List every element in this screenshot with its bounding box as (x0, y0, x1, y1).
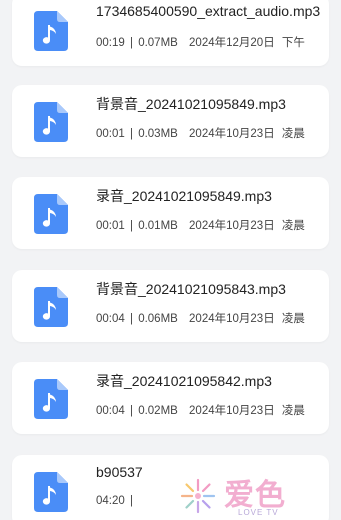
file-name: 背景音_20241021095849.mp3 (96, 96, 286, 112)
meta-separator: | (129, 220, 133, 232)
file-period: 凌晨 (281, 405, 305, 417)
file-date: 2024年10月23日 (189, 405, 275, 417)
music-file-icon (34, 287, 68, 327)
file-meta: 00:04 | 0.06MB 2024年10月23日 凌晨 (96, 310, 324, 326)
file-meta: 00:01 | 0.01MB 2024年10月23日 凌晨 (96, 217, 324, 233)
file-size: 0.07MB (138, 37, 178, 49)
file-duration: 00:01 (96, 128, 125, 140)
file-date: 2024年12月20日 (189, 37, 275, 49)
meta-separator: | (129, 128, 133, 140)
music-file-icon (34, 11, 68, 51)
music-file-icon (34, 102, 68, 142)
file-meta: 00:04 | 0.02MB 2024年10月23日 凌晨 (96, 402, 324, 418)
file-period: 下午 (281, 37, 305, 49)
snowflake-logo (178, 476, 218, 516)
meta-separator: | (129, 313, 133, 325)
meta-separator: | (129, 495, 133, 507)
file-size: 0.06MB (138, 313, 178, 325)
file-period: 凌晨 (281, 128, 305, 140)
file-size: 0.02MB (138, 405, 178, 417)
file-name: 录音_20241021095849.mp3 (96, 188, 272, 204)
file-card[interactable]: 录音_20241021095842.mp3 00:04 | 0.02MB 202… (12, 362, 329, 434)
audio-file-list: 1734685400590_extract_audio.mp3 00:19 | … (0, 0, 341, 520)
file-date: 2024年10月23日 (189, 220, 275, 232)
music-file-icon (34, 194, 68, 234)
watermark-subtext: LOVE TV (238, 508, 279, 517)
file-size: 0.01MB (138, 220, 178, 232)
file-meta: 00:01 | 0.03MB 2024年10月23日 凌晨 (96, 125, 324, 141)
file-name: 背景音_20241021095843.mp3 (96, 281, 286, 297)
meta-separator: | (129, 405, 133, 417)
file-duration: 00:19 (96, 37, 125, 49)
file-card[interactable]: 背景音_20241021095843.mp3 00:04 | 0.06MB 20… (12, 270, 329, 342)
file-period: 凌晨 (281, 220, 305, 232)
file-date: 2024年10月23日 (189, 313, 275, 325)
file-card[interactable]: 录音_20241021095849.mp3 00:01 | 0.01MB 202… (12, 177, 329, 249)
music-file-icon (34, 472, 68, 512)
file-period: 凌晨 (281, 313, 305, 325)
file-duration: 00:04 (96, 405, 125, 417)
music-file-icon (34, 379, 68, 419)
meta-separator: | (129, 37, 133, 49)
file-name: 录音_20241021095842.mp3 (96, 373, 272, 389)
file-card[interactable]: 背景音_20241021095849.mp3 00:01 | 0.03MB 20… (12, 85, 329, 157)
file-card[interactable]: 1734685400590_extract_audio.mp3 00:19 | … (12, 0, 329, 66)
file-size: 0.03MB (138, 128, 178, 140)
file-duration: 04:20 (96, 495, 125, 507)
file-duration: 00:01 (96, 220, 125, 232)
file-name: 1734685400590_extract_audio.mp3 (96, 3, 321, 19)
file-duration: 00:04 (96, 313, 125, 325)
watermark: 爱色 LOVE TV (178, 470, 328, 518)
file-meta: 00:19 | 0.07MB 2024年12月20日 下午 (96, 34, 324, 50)
file-date: 2024年10月23日 (189, 128, 275, 140)
